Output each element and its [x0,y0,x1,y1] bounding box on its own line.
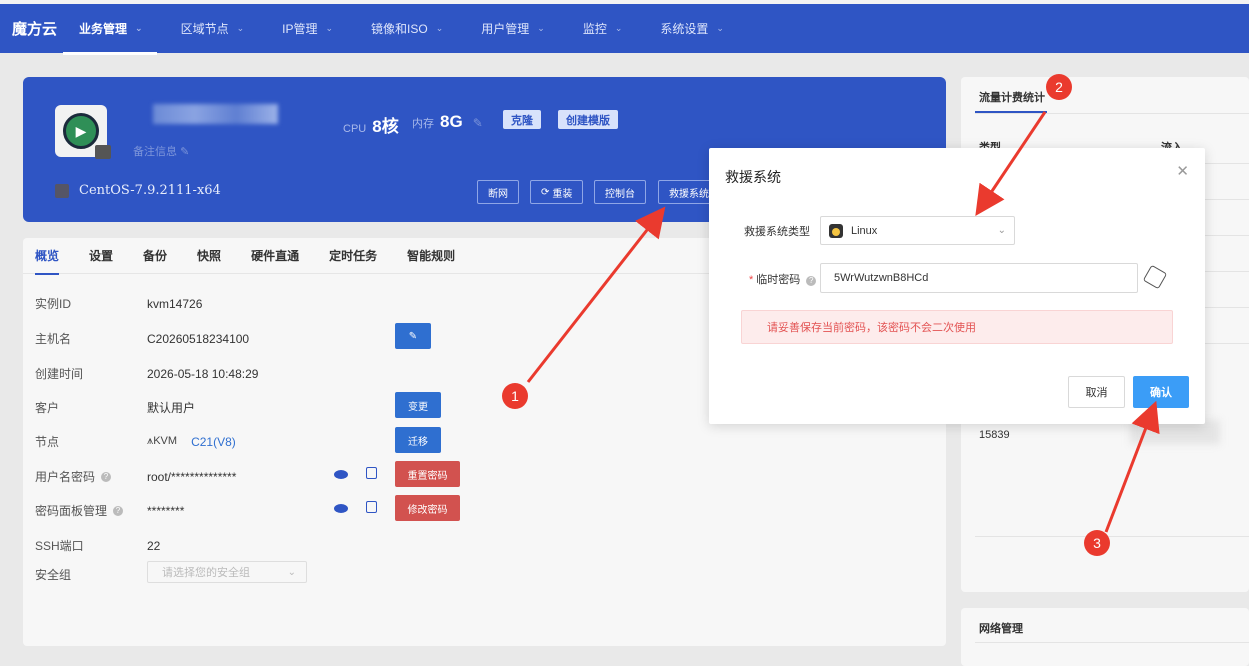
annotation-marker-1: 1 [502,383,528,409]
arrow-2 [975,111,1047,216]
annotation-marker-3: 3 [1084,530,1110,556]
arrow-1 [526,206,666,383]
arrow-3 [1104,400,1160,533]
annotation-marker-2: 2 [1046,74,1072,100]
annotation-arrows [526,111,1160,533]
